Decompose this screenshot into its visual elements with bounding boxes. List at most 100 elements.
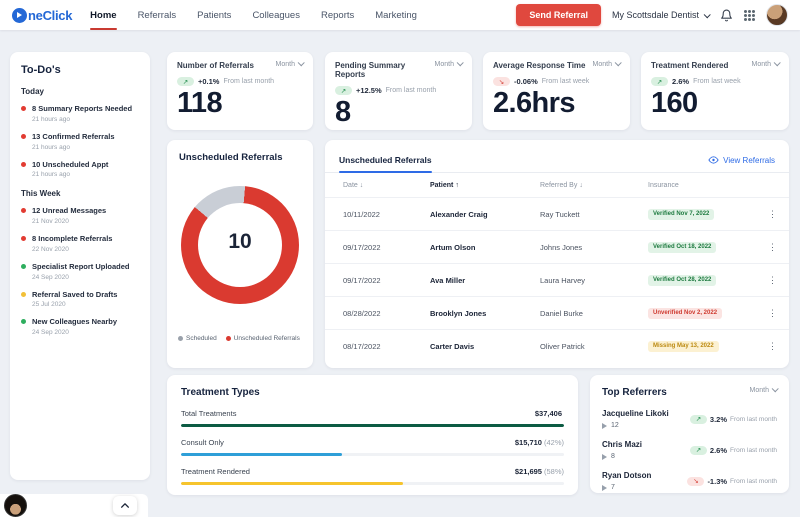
- user-avatar[interactable]: [766, 4, 788, 26]
- tab-unscheduled-referrals[interactable]: Unscheduled Referrals: [339, 148, 432, 172]
- legend-dot: [178, 336, 183, 341]
- treatment-types-card: Treatment Types Total Treatments $37,406…: [167, 375, 578, 495]
- scroll-to-top-button[interactable]: [113, 496, 137, 515]
- period-dropdown[interactable]: Month: [752, 61, 779, 68]
- chart-title: Unscheduled Referrals: [179, 152, 301, 163]
- chevron-down-icon: [298, 59, 305, 66]
- column-header-insurance[interactable]: Insurance: [648, 182, 765, 189]
- todo-time: 21 hours ago: [32, 171, 108, 178]
- table-row[interactable]: 09/17/2022 Ava Miller Laura Harvey Verif…: [325, 263, 789, 296]
- column-header-patient[interactable]: Patient↑: [430, 182, 540, 189]
- todo-text: 8 Incomplete Referrals: [32, 234, 112, 244]
- todo-item[interactable]: 10 Unscheduled Appt 21 hours ago: [21, 160, 139, 179]
- nav-item-colleagues[interactable]: Colleagues: [252, 0, 300, 30]
- account-label: My Scottsdale Dentist: [612, 10, 699, 20]
- stat-value: 8: [335, 98, 462, 127]
- stat-card-treatment-rendered: Treatment Rendered Month ↗ 2.6% From las…: [641, 52, 789, 130]
- column-header-referred-by[interactable]: Referred By↓: [540, 182, 648, 189]
- apps-grid-icon[interactable]: [744, 10, 747, 13]
- main-nav: Home Referrals Patients Colleagues Repor…: [90, 0, 417, 30]
- cell-date: 09/17/2022: [343, 243, 430, 252]
- period-dropdown[interactable]: Month: [435, 61, 462, 68]
- todos-title: To-Do's: [21, 64, 139, 76]
- send-icon: [602, 423, 607, 429]
- cell-referred-by: Ray Tuckett: [540, 210, 648, 219]
- nav-item-patients[interactable]: Patients: [197, 0, 231, 30]
- legend-item-unscheduled: Unscheduled Referrals: [226, 335, 300, 342]
- account-menu[interactable]: My Scottsdale Dentist: [612, 10, 709, 20]
- treatment-value: $37,406: [535, 409, 562, 418]
- nav-item-home[interactable]: Home: [90, 0, 116, 30]
- cell-patient: Carter Davis: [430, 342, 540, 351]
- todo-time: 21 hours ago: [32, 144, 115, 151]
- insurance-badge: Verified Oct 18, 2022: [648, 242, 716, 253]
- referrer-row[interactable]: Jacqueline Likoki 12 ↗ 3.2% From last mo…: [602, 409, 777, 429]
- trend-up-icon: ↗: [690, 446, 707, 455]
- row-menu-icon[interactable]: ⋮: [765, 209, 777, 220]
- nav-item-referrals[interactable]: Referrals: [138, 0, 177, 30]
- referrer-row[interactable]: Ryan Dotson 7 ↘ -1.3% From last month: [602, 471, 777, 491]
- notifications-bell-icon[interactable]: [720, 9, 733, 22]
- referral-count: 12: [611, 422, 619, 429]
- logo-text: neClick: [28, 8, 72, 23]
- todo-item[interactable]: Specialist Report Uploaded 24 Sep 2020: [21, 262, 139, 281]
- row-menu-icon[interactable]: ⋮: [765, 275, 777, 286]
- row-menu-icon[interactable]: ⋮: [765, 242, 777, 253]
- change-value: -1.3%: [707, 477, 727, 486]
- view-referrals-link[interactable]: View Referrals: [708, 156, 775, 165]
- cell-referred-by: Johns Jones: [540, 243, 648, 252]
- stat-title: Average Response Time: [493, 61, 585, 70]
- table-row[interactable]: 09/17/2022 Artum Olson Johns Jones Verif…: [325, 230, 789, 263]
- stat-card-average-response-time: Average Response Time Month ↘ -0.06% Fro…: [483, 52, 630, 130]
- trend-up-icon: ↗: [177, 77, 194, 86]
- period-dropdown[interactable]: Month: [276, 61, 303, 68]
- todo-text: Referral Saved to Drafts: [32, 290, 117, 300]
- send-referral-button[interactable]: Send Referral: [516, 4, 601, 26]
- todo-item[interactable]: 12 Unread Messages 21 Nov 2020: [21, 206, 139, 225]
- insurance-badge: Verified Oct 28, 2022: [648, 275, 716, 286]
- progress-bar: [181, 424, 564, 427]
- logo[interactable]: neClick: [12, 8, 72, 23]
- nav-item-marketing[interactable]: Marketing: [375, 0, 417, 30]
- treatment-row: Treatment Rendered $21,695(58%): [181, 467, 564, 485]
- cell-patient: Brooklyn Jones: [430, 309, 540, 318]
- period-dropdown[interactable]: Month: [593, 61, 620, 68]
- chevron-up-icon: [120, 502, 130, 509]
- status-dot: [21, 319, 26, 324]
- todo-time: 21 hours ago: [32, 116, 132, 123]
- todo-item[interactable]: 13 Confirmed Referrals 21 hours ago: [21, 132, 139, 151]
- todo-item[interactable]: 8 Summary Reports Needed 21 hours ago: [21, 104, 139, 123]
- status-dot: [21, 162, 26, 167]
- cell-date: 08/28/2022: [343, 309, 430, 318]
- todo-item[interactable]: Referral Saved to Drafts 25 Jul 2020: [21, 290, 139, 309]
- todo-text: 10 Unscheduled Appt: [32, 160, 108, 170]
- period-dropdown[interactable]: Month: [750, 387, 777, 394]
- referrer-row[interactable]: Chris Mazi 8 ↗ 2.6% From last month: [602, 440, 777, 460]
- treatment-row: Consult Only $15,710(42%): [181, 438, 564, 456]
- referrer-name: Ryan Dotson: [602, 471, 651, 480]
- todo-time: 21 Nov 2020: [32, 218, 106, 225]
- stat-value: 2.6hrs: [493, 89, 620, 118]
- table-row[interactable]: 08/28/2022 Brooklyn Jones Daniel Burke U…: [325, 296, 789, 329]
- donut-center-value: 10: [228, 230, 251, 254]
- treatment-value: $15,710: [515, 438, 542, 447]
- todo-item[interactable]: New Colleagues Nearby 24 Sep 2020: [21, 317, 139, 336]
- table-row[interactable]: 10/11/2022 Alexander Craig Ray Tuckett V…: [325, 197, 789, 230]
- todo-item[interactable]: 8 Incomplete Referrals 22 Nov 2020: [21, 234, 139, 253]
- cell-patient: Alexander Craig: [430, 210, 540, 219]
- change-value: -0.06%: [514, 77, 538, 86]
- chevron-down-icon: [457, 59, 464, 66]
- nav-item-reports[interactable]: Reports: [321, 0, 354, 30]
- row-menu-icon[interactable]: ⋮: [765, 308, 777, 319]
- status-dot: [21, 208, 26, 213]
- column-header-date[interactable]: Date↓: [343, 182, 430, 189]
- todo-text: New Colleagues Nearby: [32, 317, 117, 327]
- chat-widget-avatar[interactable]: [4, 494, 27, 517]
- cell-patient: Artum Olson: [430, 243, 540, 252]
- stat-title: Treatment Rendered: [651, 61, 728, 70]
- row-menu-icon[interactable]: ⋮: [765, 341, 777, 352]
- referral-count: 8: [611, 453, 615, 460]
- table-row[interactable]: 08/17/2022 Carter Davis Oliver Patrick M…: [325, 329, 789, 362]
- progress-bar: [181, 482, 564, 485]
- referrer-name: Chris Mazi: [602, 440, 642, 449]
